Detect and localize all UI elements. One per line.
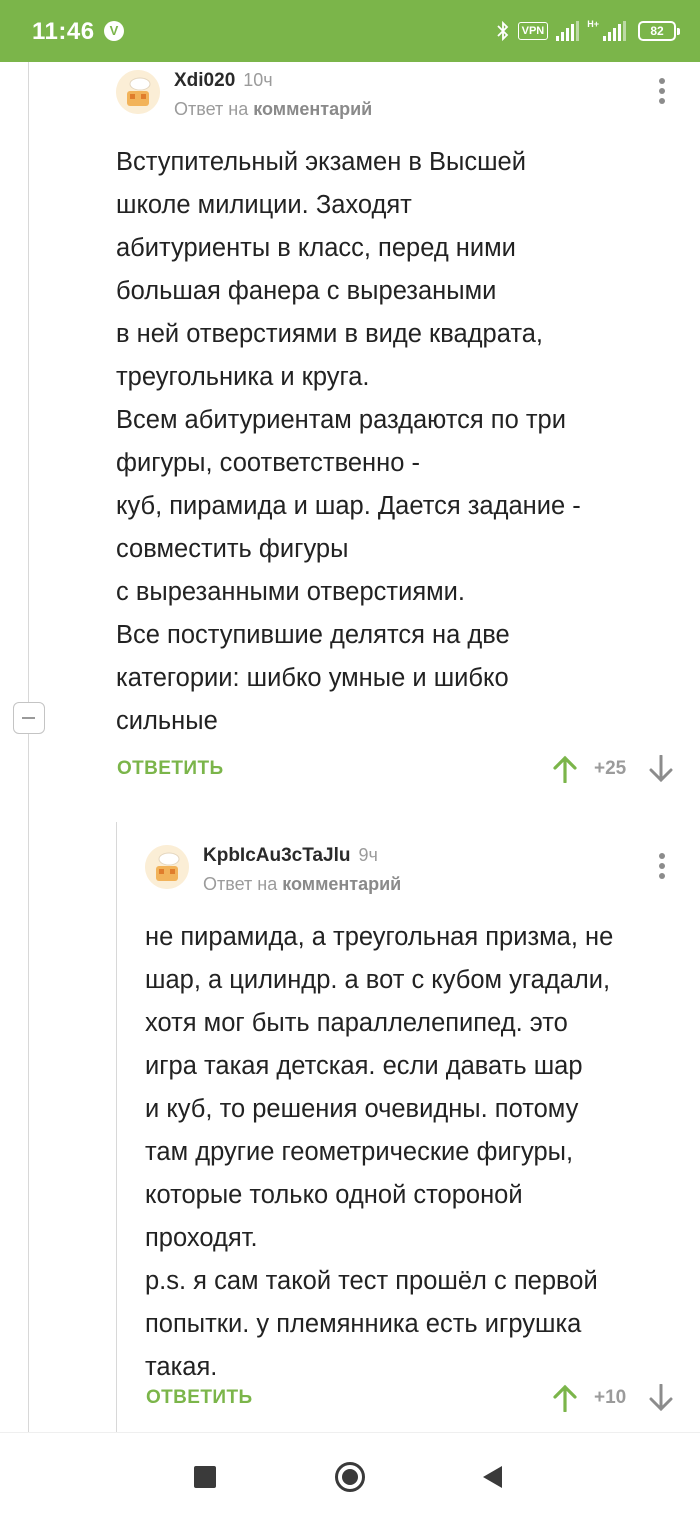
reply-to: Ответ на комментарий (203, 874, 401, 895)
comment-body-line: p.s. я сам такой тест прошёл с первой (145, 1267, 598, 1295)
comment-author[interactable]: KpbIcAu3cTaJlu 9ч (203, 845, 378, 867)
comment-body-line: хотя мог быть параллелепипед. это (145, 1009, 568, 1037)
reply-link[interactable]: комментарий (282, 874, 401, 894)
thread-line-inner (116, 822, 117, 1432)
comment-body-line: куб, пирамида и шар. Дается задание - (116, 492, 581, 520)
comment-body-line: там другие геометрические фигуры, (145, 1138, 574, 1166)
comment-body-line: фигуры, соответственно - (116, 449, 420, 477)
status-time: 11:46 (32, 18, 95, 45)
system-navigation-bar (0, 1432, 700, 1517)
arrow-down-icon[interactable] (648, 755, 674, 783)
comment-body-line: с вырезанными отверстиями. (116, 578, 466, 606)
comment-body-line: Вступительный экзамен в Высшей (116, 148, 526, 176)
reply-button[interactable]: ОТВЕТИТЬ (146, 1387, 253, 1409)
status-bar: 11:46 V VPN H+ 82 (0, 0, 700, 62)
comment-body-line: Всем абитуриентам раздаются по три (116, 406, 566, 434)
comment-time: 10ч (243, 70, 273, 90)
comment-body-line: которые только одной стороной (145, 1181, 523, 1209)
avatar[interactable] (145, 845, 189, 889)
comment-author[interactable]: Xdi020 10ч (174, 70, 273, 92)
signal-icon (556, 21, 580, 41)
nav-recents-icon[interactable] (194, 1466, 216, 1488)
reply-to: Ответ на комментарий (174, 99, 372, 120)
comment-body-line: в ней отверстиями в виде квадрата, (116, 320, 544, 348)
comment-body-line: и куб, то решения очевидны. потому (145, 1095, 579, 1123)
reply-button[interactable]: ОТВЕТИТЬ (117, 758, 224, 780)
comment-body-line: Все поступившие делятся на две (116, 621, 510, 649)
thread-line-outer (28, 62, 29, 1432)
comment-body-line: игра такая детская. если давать шар (145, 1052, 583, 1080)
comment-body-line: абитуриенты в класс, перед ними (116, 234, 516, 262)
comment-body: не пирамида, а треугольная призма, не шар… (145, 916, 613, 1389)
collapse-icon[interactable] (13, 702, 45, 734)
comment-body: Вступительный экзамен в Высшей школе мили… (116, 141, 581, 743)
comment-body-line: не пирамида, а треугольная призма, не (145, 923, 614, 951)
reply-prefix: Ответ на (203, 874, 278, 894)
comment-body-line: сильные (116, 707, 218, 735)
comment-body-line: школе милиции. Заходят (116, 191, 412, 219)
rating-count: +10 (594, 1387, 627, 1408)
avatar-icon (116, 70, 160, 114)
network-type: H+ (587, 19, 599, 29)
author-name[interactable]: Xdi020 (174, 70, 235, 91)
arrow-down-icon[interactable] (648, 1384, 674, 1412)
comment-body-line: такая. (145, 1353, 218, 1381)
signal-icon-2 (603, 21, 626, 41)
more-vert-icon[interactable] (658, 78, 666, 106)
battery-icon: 82 (638, 21, 680, 41)
comment-body-line: попытки. у племянника есть игрушка (145, 1310, 582, 1338)
more-vert-icon[interactable] (658, 853, 666, 881)
arrow-up-icon[interactable] (552, 755, 578, 783)
rating-count: +25 (594, 758, 627, 779)
comment-body-line: категории: шибко умные и шибко (116, 664, 509, 692)
nav-home-icon[interactable] (335, 1462, 365, 1492)
vpn-icon: VPN (517, 22, 549, 40)
notification-badge: V (104, 21, 124, 41)
bluetooth-icon (496, 20, 508, 42)
nav-back-icon[interactable] (483, 1466, 502, 1488)
reply-prefix: Ответ на (174, 99, 249, 119)
comment-body-line: большая фанера с вырезаными (116, 277, 497, 305)
comment-time: 9ч (358, 845, 378, 865)
comment-body-line: шар, а цилиндр. а вот с кубом угадали, (145, 966, 611, 994)
author-name[interactable]: KpbIcAu3cTaJlu (203, 845, 350, 866)
arrow-up-icon[interactable] (552, 1384, 578, 1412)
comment-body-line: треугольника и круга. (116, 363, 370, 391)
status-icons: VPN H+ 82 (496, 18, 680, 44)
reply-link[interactable]: комментарий (253, 99, 372, 119)
avatar-icon (145, 845, 189, 889)
comment-body-line: совместить фигуры (116, 535, 349, 563)
comment-body-line: проходят. (145, 1224, 258, 1252)
avatar[interactable] (116, 70, 160, 114)
